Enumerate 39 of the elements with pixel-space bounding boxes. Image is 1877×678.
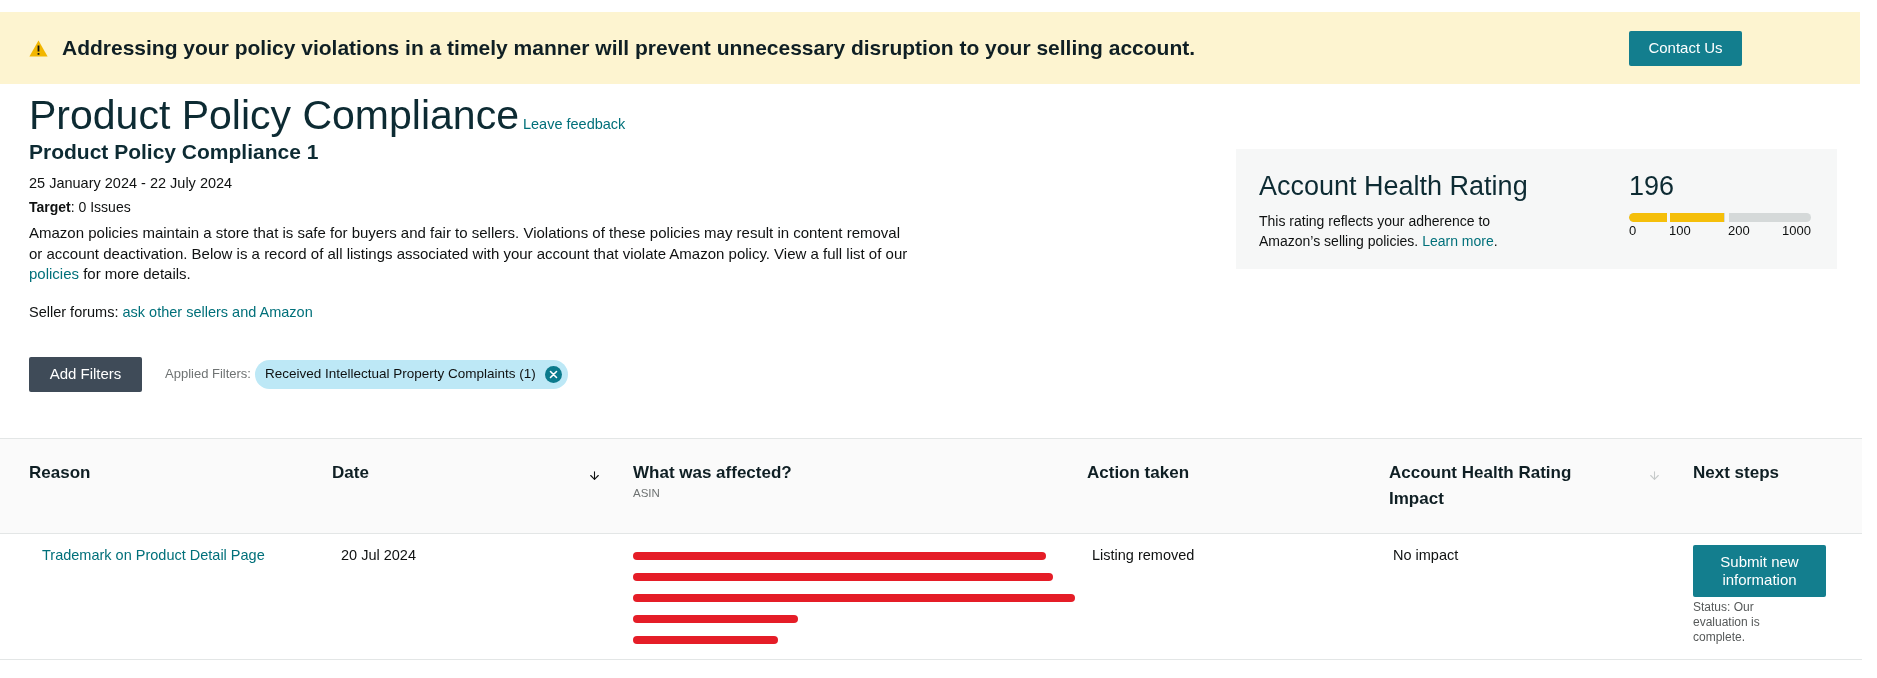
rating-tick-label: 100 xyxy=(1669,223,1691,239)
column-header: What was affected? xyxy=(633,461,792,484)
date-range: 25 January 2024 - 22 July 2024 xyxy=(29,174,233,193)
warning-icon xyxy=(29,39,48,57)
policies-link[interactable]: policies xyxy=(29,265,80,282)
policy-description: Amazon policies maintain a store that is safe for buyers and fair to sellers. Violations of these policies may result in content removal or account deactivation. Below is a record of all listings associated with your account that violate Amazon policy. View a full list of our policies for more details. xyxy=(29,223,909,284)
column-subheader: ASIN xyxy=(633,485,660,500)
rating-tick-label: 1000 xyxy=(1782,223,1811,239)
sort-arrow-icon[interactable] xyxy=(588,468,601,482)
page-subtitle: Product Policy Compliance 1 xyxy=(29,139,319,165)
submit-new-information-button[interactable]: Submit new information xyxy=(1693,544,1826,597)
column-header: Action taken xyxy=(1087,461,1190,484)
column-header[interactable]: Date xyxy=(332,459,369,486)
rating-tick-label: 200 xyxy=(1728,223,1750,239)
learn-more-link[interactable]: Learn more xyxy=(1422,232,1494,249)
filter-chip[interactable]: Received Intellectual Property Complaints (1) xyxy=(255,359,568,389)
impact-cell: No impact xyxy=(1393,546,1459,563)
applied-filters-label: Applied Filters: xyxy=(165,365,251,384)
account-health-description: This rating reflects your adherence to Amazon’s selling policies. Learn more. xyxy=(1259,212,1499,251)
close-icon[interactable] xyxy=(544,365,562,383)
column-header[interactable]: Account Health Rating Impact xyxy=(1389,459,1619,512)
health-score: 196 xyxy=(1629,170,1675,202)
rating-tick-label: 0 xyxy=(1629,223,1637,239)
column-header: Next steps xyxy=(1693,461,1779,484)
account-health-title: Account Health Rating xyxy=(1259,170,1528,202)
page-title: Product Policy Compliance xyxy=(29,93,519,138)
target-text: Target: 0 Issues xyxy=(29,198,131,217)
seller-forums-link[interactable]: ask other sellers and Amazon xyxy=(122,303,313,320)
add-filters-button[interactable]: Add Filters xyxy=(29,356,142,392)
action-cell: Listing removed xyxy=(1092,546,1195,563)
seller-forums-text: Seller forums: ask other sellers and Amazon xyxy=(29,302,313,322)
contact-us-button[interactable]: Contact Us xyxy=(1629,30,1742,66)
leave-feedback-link[interactable]: Leave feedback xyxy=(522,114,626,136)
status-text: Status: Our evaluation is complete. xyxy=(1693,599,1761,645)
column-header: Reason xyxy=(29,461,91,484)
reason-link[interactable]: Trademark on Product Detail Page xyxy=(42,546,265,563)
banner-message: Addressing your policy violations in a timely manner will prevent unnecessary disruption to your selling account. xyxy=(62,35,1196,62)
filter-chip-label: Received Intellectual Property Complaints (1) xyxy=(265,364,536,383)
date-cell: 20 Jul 2024 xyxy=(341,546,416,563)
